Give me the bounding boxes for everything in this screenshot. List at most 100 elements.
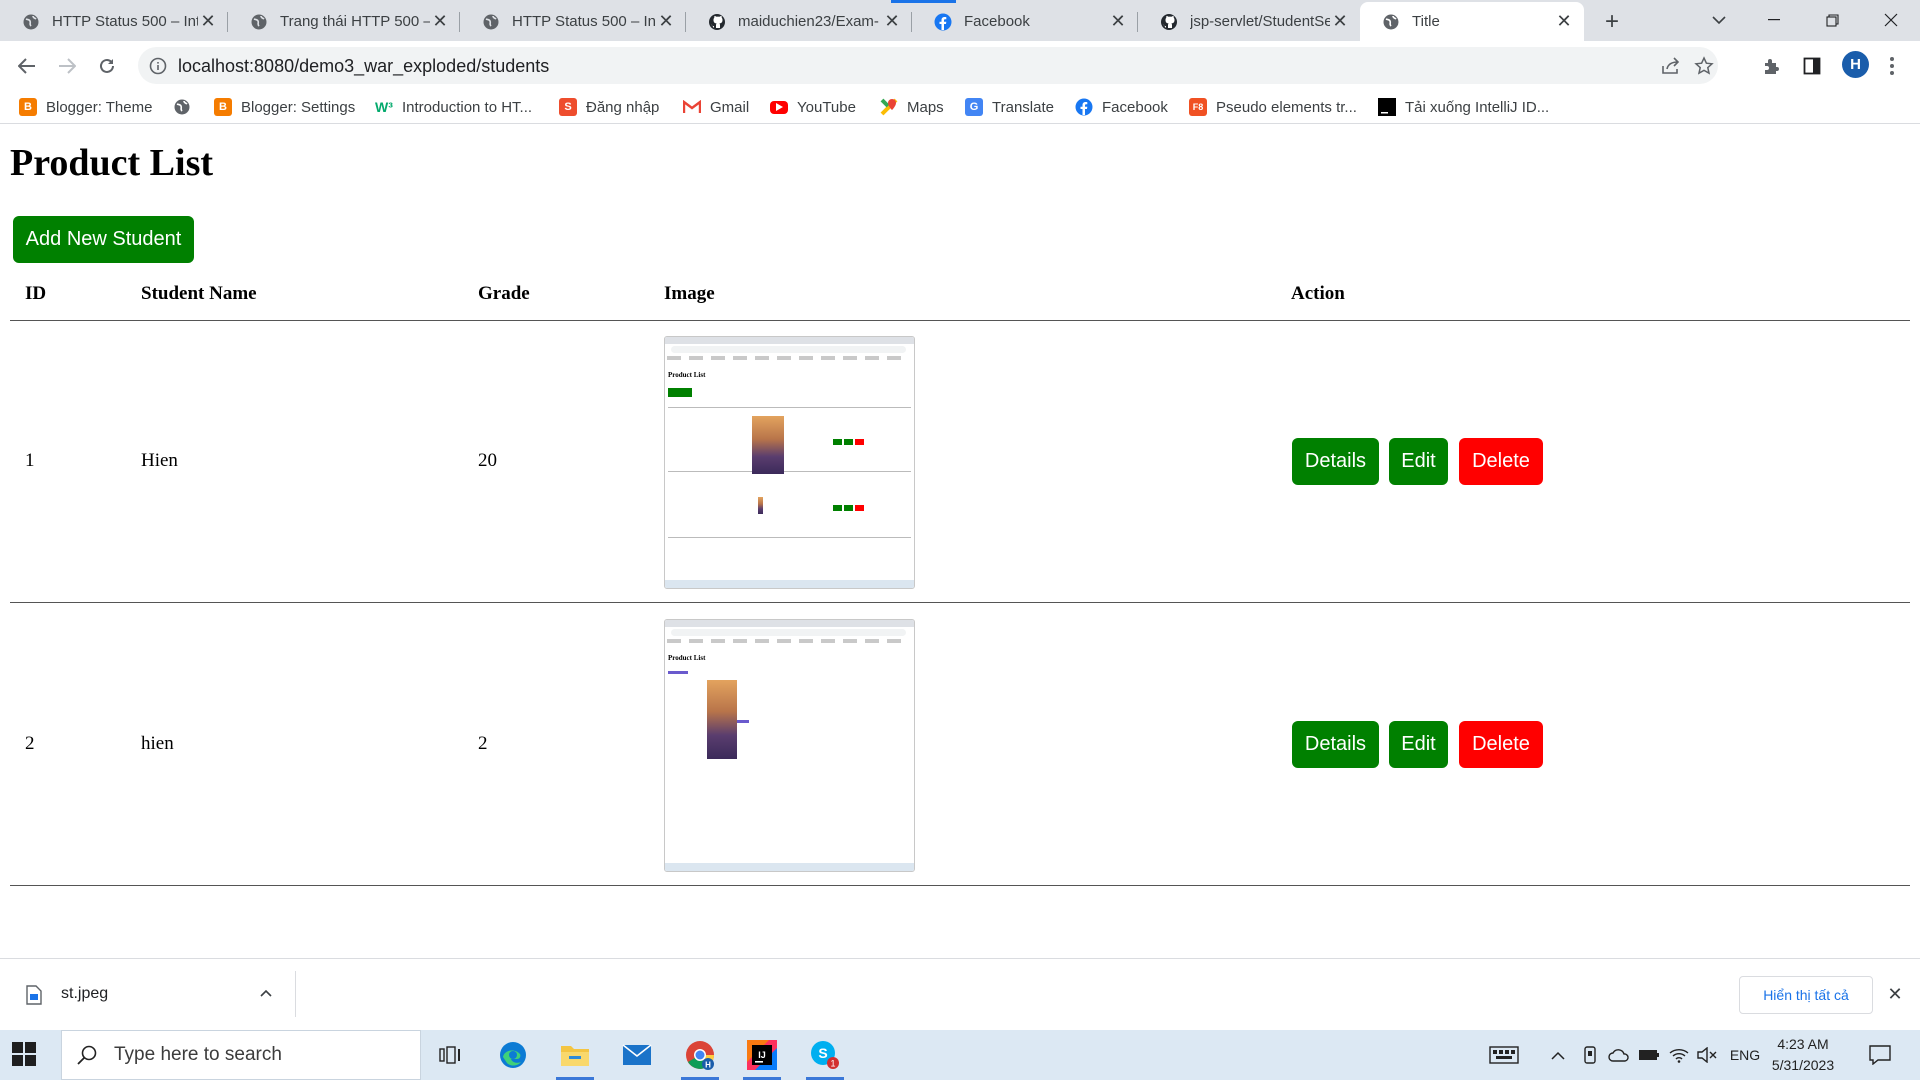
edge-icon[interactable] — [488, 1030, 538, 1080]
tab-strip: HTTP Status 500 – Inte ✕ Trang thái HTTP… — [0, 0, 1920, 41]
language-indicator[interactable]: ENG — [1728, 1045, 1762, 1065]
bookmark-globe[interactable] — [173, 95, 200, 119]
task-view-icon[interactable] — [425, 1030, 475, 1080]
bookmark-blogger-settings[interactable]: B Blogger: Settings — [214, 95, 355, 119]
close-window-icon[interactable] — [1862, 0, 1920, 40]
close-icon[interactable]: ✕ — [1885, 984, 1905, 1004]
restore-icon[interactable] — [1803, 0, 1861, 40]
info-icon[interactable] — [148, 56, 168, 76]
svg-text:S: S — [818, 1045, 827, 1061]
bookmark-label: Translate — [992, 98, 1054, 116]
taskbar-search-box[interactable]: Type here to search — [61, 1030, 421, 1080]
globe-icon — [250, 13, 268, 31]
chrome-icon[interactable]: H — [675, 1030, 725, 1080]
extensions-icon[interactable] — [1761, 55, 1783, 77]
maps-icon — [880, 98, 898, 116]
url-text[interactable]: localhost:8080/demo3_war_exploded/studen… — [178, 56, 549, 77]
skype-icon[interactable]: S1 — [800, 1030, 850, 1080]
address-bar[interactable]: localhost:8080/demo3_war_exploded/studen… — [138, 47, 1718, 84]
forward-arrow-icon[interactable] — [51, 50, 83, 82]
student-image: Product List — [664, 336, 915, 589]
bookmark-intro-html[interactable]: W³ Introduction to HT... — [375, 95, 532, 119]
f8-icon: F8 — [1189, 98, 1207, 116]
keyboard-layout-icon[interactable] — [1488, 1045, 1520, 1065]
close-icon[interactable]: ✕ — [1554, 11, 1574, 32]
delete-button[interactable]: Delete — [1459, 438, 1543, 485]
clock[interactable]: 4:23 AM 5/31/2023 — [1768, 1034, 1838, 1076]
download-file-name[interactable]: st.jpeg — [61, 985, 108, 1003]
search-icon — [76, 1044, 98, 1066]
tab-github-jsp[interactable]: jsp-servlet/StudentSe ✕ — [1138, 2, 1360, 41]
svg-text:1: 1 — [830, 1059, 835, 1069]
minimize-icon[interactable] — [1745, 0, 1803, 40]
speaker-muted-icon[interactable] — [1696, 1045, 1718, 1065]
tab-title: HTTP Status 500 – Inte — [512, 13, 656, 30]
thumb-title: Product List — [668, 371, 706, 379]
details-button[interactable]: Details — [1292, 438, 1379, 485]
bookmark-intellij[interactable]: Tải xuống IntelliJ ID... — [1378, 95, 1549, 119]
bookmark-facebook[interactable]: Facebook — [1075, 95, 1168, 119]
share-icon[interactable] — [1660, 55, 1682, 77]
edit-button[interactable]: Edit — [1389, 721, 1448, 768]
tab-search-chevron-icon[interactable] — [1690, 0, 1748, 40]
tab-title-active[interactable]: Title ✕ — [1360, 2, 1584, 41]
bookmark-youtube[interactable]: YouTube — [770, 95, 856, 119]
add-new-student-button[interactable]: Add New Student — [13, 216, 194, 263]
star-icon[interactable] — [1693, 55, 1715, 77]
file-explorer-icon[interactable] — [550, 1030, 600, 1080]
details-button[interactable]: Details — [1292, 721, 1379, 768]
tab-facebook[interactable]: Facebook ✕ — [912, 2, 1138, 41]
clock-date: 5/31/2023 — [1771, 1057, 1835, 1073]
tab-github-exam[interactable]: maiduchien23/Exam- ✕ — [686, 0, 956, 41]
close-icon[interactable]: ✕ — [198, 11, 218, 32]
download-bar: st.jpeg Hiển thị tất cả ✕ — [0, 958, 1920, 1030]
tab-title: Facebook — [964, 13, 1030, 30]
intellij-icon[interactable]: IJ — [737, 1030, 787, 1080]
blogger-icon: B — [19, 98, 37, 116]
show-all-downloads-button[interactable]: Hiển thị tất cả — [1739, 976, 1873, 1014]
back-arrow-icon[interactable] — [11, 50, 43, 82]
bookmark-pseudo-elements[interactable]: F8 Pseudo elements tr... — [1189, 95, 1357, 119]
battery-icon[interactable] — [1638, 1045, 1660, 1065]
wifi-icon[interactable] — [1668, 1045, 1690, 1065]
windows-start-icon[interactable] — [12, 1042, 38, 1068]
bookmark-dang-nhap[interactable]: S Đăng nhập — [559, 95, 659, 119]
close-icon[interactable]: ✕ — [1330, 11, 1350, 32]
more-menu-icon[interactable] — [1881, 55, 1903, 77]
notification-icon[interactable] — [1867, 1045, 1893, 1065]
delete-button[interactable]: Delete — [1459, 721, 1543, 768]
mail-icon[interactable] — [612, 1030, 662, 1080]
svg-text:IJ: IJ — [758, 1050, 766, 1060]
bookmark-blogger-theme[interactable]: B Blogger: Theme — [19, 95, 152, 119]
profile-avatar[interactable]: H — [1842, 51, 1869, 78]
tab-http-500-vi[interactable]: Trang thái HTTP 500 – ✕ — [228, 2, 460, 41]
facebook-icon — [1075, 98, 1093, 116]
cell-grade: 20 — [478, 450, 497, 471]
chevron-up-icon[interactable] — [256, 983, 276, 1003]
bookmark-gmail[interactable]: Gmail — [683, 95, 749, 119]
close-icon[interactable]: ✕ — [430, 11, 450, 32]
new-tab-button[interactable]: + — [1598, 8, 1626, 36]
reload-icon[interactable] — [91, 50, 123, 82]
cell-id: 1 — [25, 450, 35, 471]
bookmark-label: Đăng nhập — [586, 98, 660, 116]
clock-time: 4:23 AM — [1777, 1036, 1829, 1052]
student-image: Product List — [664, 619, 915, 872]
tab-http-500-1[interactable]: HTTP Status 500 – Inte ✕ — [0, 2, 228, 41]
close-icon[interactable]: ✕ — [882, 11, 902, 32]
close-icon[interactable]: ✕ — [1108, 11, 1128, 32]
bookmark-maps[interactable]: Maps — [880, 95, 944, 119]
tab-http-500-2[interactable]: HTTP Status 500 – Inte ✕ — [460, 2, 686, 41]
bookmark-translate[interactable]: G Translate — [965, 95, 1054, 119]
bookmark-label: YouTube — [797, 98, 856, 116]
side-panel-icon[interactable] — [1801, 55, 1823, 77]
device-icon[interactable] — [1580, 1045, 1600, 1065]
row-divider — [10, 885, 1910, 886]
onedrive-icon[interactable] — [1608, 1045, 1630, 1065]
close-icon[interactable]: ✕ — [656, 11, 676, 32]
edit-button[interactable]: Edit — [1389, 438, 1448, 485]
column-header-grade: Grade — [478, 283, 530, 304]
chevron-up-icon[interactable] — [1550, 1045, 1566, 1065]
globe-icon — [482, 13, 500, 31]
bookmark-label: Maps — [907, 98, 944, 116]
